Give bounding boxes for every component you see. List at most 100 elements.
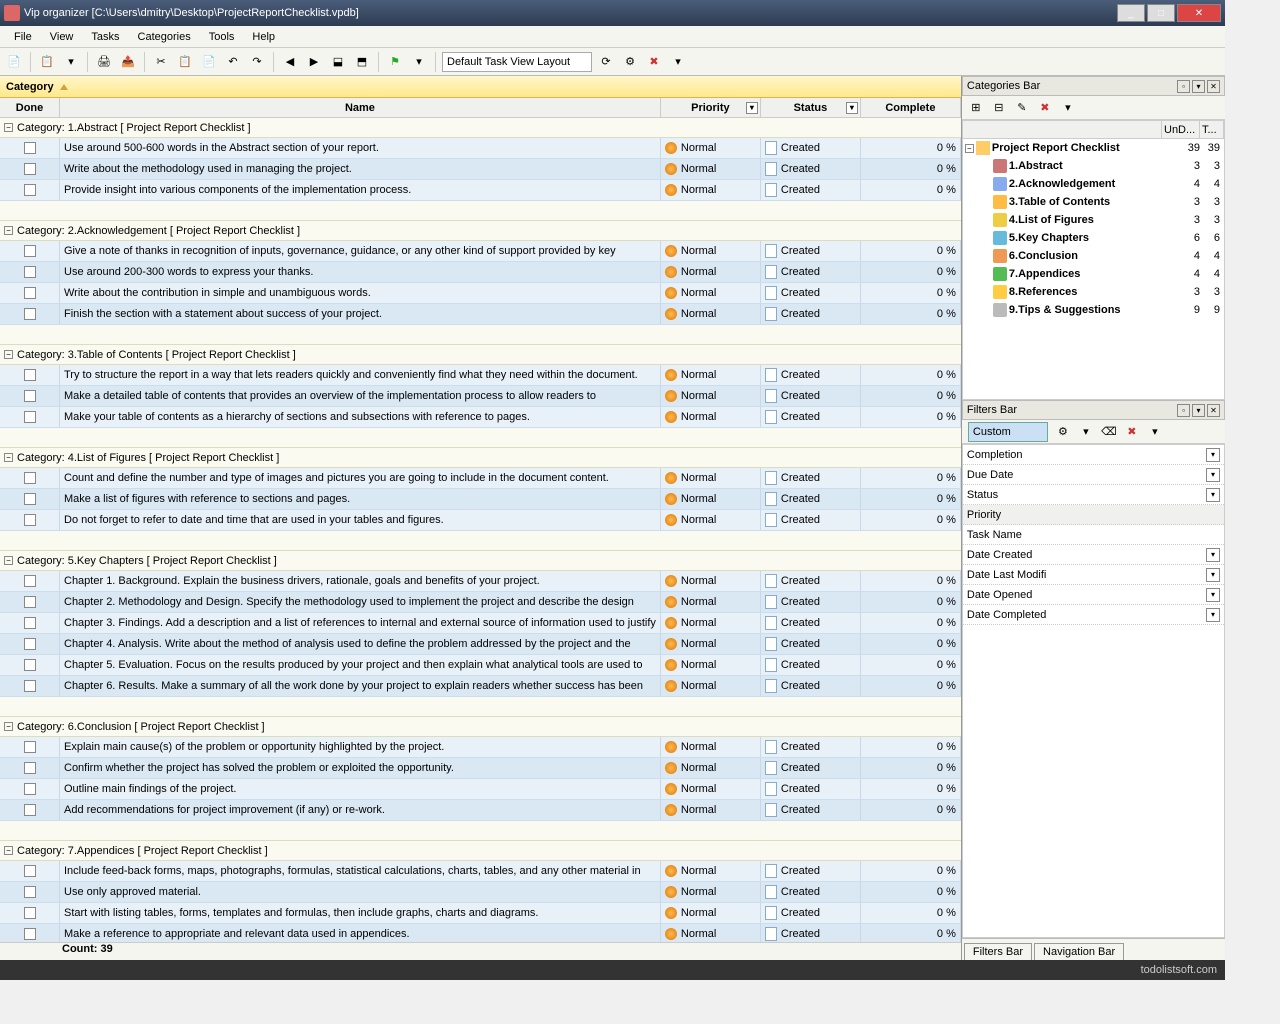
tree-item[interactable]: 5.Key Chapters66 — [963, 229, 1224, 247]
clear-icon[interactable]: ⌫ — [1099, 422, 1119, 442]
priority-cell[interactable]: Normal — [661, 571, 761, 591]
tree-item[interactable]: 4.List of Figures33 — [963, 211, 1224, 229]
task-row[interactable]: Start with listing tables, forms, templa… — [0, 903, 961, 924]
maximize-button[interactable]: □ — [1147, 4, 1175, 22]
panel-opt-icon[interactable]: ▫ — [1177, 404, 1190, 417]
status-cell[interactable]: Created — [761, 138, 861, 158]
task-row[interactable]: Include feed-back forms, maps, photograp… — [0, 861, 961, 882]
done-cell[interactable] — [0, 592, 60, 612]
col-status[interactable]: Status▾ — [761, 98, 861, 117]
done-cell[interactable] — [0, 737, 60, 757]
checkbox-icon[interactable] — [24, 266, 36, 278]
task-row[interactable]: Chapter 5. Evaluation. Focus on the resu… — [0, 655, 961, 676]
checkbox-icon[interactable] — [24, 659, 36, 671]
task-row[interactable]: Chapter 1. Background. Explain the busin… — [0, 571, 961, 592]
menu-tasks[interactable]: Tasks — [83, 29, 127, 45]
edit-icon[interactable]: ✎ — [1012, 98, 1032, 118]
status-cell[interactable]: Created — [761, 262, 861, 282]
priority-cell[interactable]: Normal — [661, 138, 761, 158]
tree-item[interactable]: 8.References33 — [963, 283, 1224, 301]
priority-cell[interactable]: Normal — [661, 489, 761, 509]
dropdown-icon[interactable]: ▾ — [409, 52, 429, 72]
task-row[interactable]: Provide insight into various components … — [0, 180, 961, 201]
filter-row[interactable]: Date Last Modifi▾ — [963, 565, 1224, 585]
priority-cell[interactable]: Normal — [661, 634, 761, 654]
expand-icon[interactable]: − — [4, 453, 13, 462]
status-cell[interactable]: Created — [761, 861, 861, 881]
priority-cell[interactable]: Normal — [661, 924, 761, 942]
task-row[interactable]: Chapter 4. Analysis. Write about the met… — [0, 634, 961, 655]
export-icon[interactable]: 📤 — [118, 52, 138, 72]
done-cell[interactable] — [0, 676, 60, 696]
checkbox-icon[interactable] — [24, 514, 36, 526]
done-cell[interactable] — [0, 468, 60, 488]
priority-cell[interactable]: Normal — [661, 903, 761, 923]
checkbox-icon[interactable] — [24, 680, 36, 692]
category-tree[interactable]: UnD... T... −Project Report Checklist393… — [962, 120, 1225, 400]
task-row[interactable]: Make your table of contents as a hierarc… — [0, 407, 961, 428]
task-row[interactable]: Write about the contribution in simple a… — [0, 283, 961, 304]
status-cell[interactable]: Created — [761, 468, 861, 488]
status-cell[interactable]: Created — [761, 592, 861, 612]
group-by-header[interactable]: Category — [0, 76, 961, 98]
tree-item[interactable]: 6.Conclusion44 — [963, 247, 1224, 265]
tree-root[interactable]: −Project Report Checklist3939 — [963, 139, 1224, 157]
menu-view[interactable]: View — [42, 29, 82, 45]
status-cell[interactable]: Created — [761, 489, 861, 509]
checkbox-icon[interactable] — [24, 184, 36, 196]
checkbox-icon[interactable] — [24, 741, 36, 753]
collapse-icon[interactable]: ⊟ — [989, 98, 1009, 118]
dropdown-icon[interactable]: ▾ — [1058, 98, 1078, 118]
nav-icon[interactable]: ⬒ — [352, 52, 372, 72]
checkbox-icon[interactable] — [24, 596, 36, 608]
category-row[interactable]: −Category: 7.Appendices [ Project Report… — [0, 841, 961, 861]
priority-cell[interactable]: Normal — [661, 758, 761, 778]
menu-tools[interactable]: Tools — [201, 29, 243, 45]
checkbox-icon[interactable] — [24, 472, 36, 484]
task-row[interactable]: Use around 500-600 words in the Abstract… — [0, 138, 961, 159]
tree-item[interactable]: 7.Appendices44 — [963, 265, 1224, 283]
nav-icon[interactable]: ▶ — [304, 52, 324, 72]
task-row[interactable]: Chapter 2. Methodology and Design. Speci… — [0, 592, 961, 613]
filter-drop-icon[interactable]: ▾ — [846, 102, 858, 114]
filter-row[interactable]: Due Date▾ — [963, 465, 1224, 485]
status-cell[interactable]: Created — [761, 159, 861, 179]
filter-drop-icon[interactable]: ▾ — [1206, 548, 1220, 562]
done-cell[interactable] — [0, 180, 60, 200]
task-row[interactable]: Use only approved material.NormalCreated… — [0, 882, 961, 903]
delete-icon[interactable]: ✖ — [1035, 98, 1055, 118]
filter-drop-icon[interactable]: ▾ — [746, 102, 758, 114]
status-cell[interactable]: Created — [761, 386, 861, 406]
priority-cell[interactable]: Normal — [661, 882, 761, 902]
done-cell[interactable] — [0, 924, 60, 942]
save-filter-icon[interactable]: ⚙ — [1053, 422, 1073, 442]
settings-icon[interactable]: ⚙ — [620, 52, 640, 72]
checkbox-icon[interactable] — [24, 865, 36, 877]
done-cell[interactable] — [0, 800, 60, 820]
new-doc-icon[interactable]: 📄 — [4, 52, 24, 72]
task-row[interactable]: Use around 200-300 words to express your… — [0, 262, 961, 283]
filter-row[interactable]: Date Opened▾ — [963, 585, 1224, 605]
checkbox-icon[interactable] — [24, 308, 36, 320]
checkbox-icon[interactable] — [24, 762, 36, 774]
dropdown-icon[interactable]: ▾ — [61, 52, 81, 72]
checkbox-icon[interactable] — [24, 287, 36, 299]
category-row[interactable]: −Category: 5.Key Chapters [ Project Repo… — [0, 551, 961, 571]
filter-drop-icon[interactable]: ▾ — [1206, 488, 1220, 502]
filter-row[interactable]: Date Completed▾ — [963, 605, 1224, 625]
priority-cell[interactable]: Normal — [661, 779, 761, 799]
status-cell[interactable]: Created — [761, 510, 861, 530]
category-row[interactable]: −Category: 1.Abstract [ Project Report C… — [0, 118, 961, 138]
category-row[interactable]: −Category: 3.Table of Contents [ Project… — [0, 345, 961, 365]
status-cell[interactable]: Created — [761, 676, 861, 696]
done-cell[interactable] — [0, 407, 60, 427]
col-done[interactable]: Done — [0, 98, 60, 117]
priority-cell[interactable]: Normal — [661, 655, 761, 675]
task-row[interactable]: Do not forget to refer to date and time … — [0, 510, 961, 531]
expand-icon[interactable]: − — [4, 123, 13, 132]
category-row[interactable]: −Category: 6.Conclusion [ Project Report… — [0, 717, 961, 737]
filter-drop-icon[interactable]: ▾ — [1206, 448, 1220, 462]
flag-icon[interactable]: ⚑ — [385, 52, 405, 72]
priority-cell[interactable]: Normal — [661, 386, 761, 406]
task-row[interactable]: Write about the methodology used in mana… — [0, 159, 961, 180]
